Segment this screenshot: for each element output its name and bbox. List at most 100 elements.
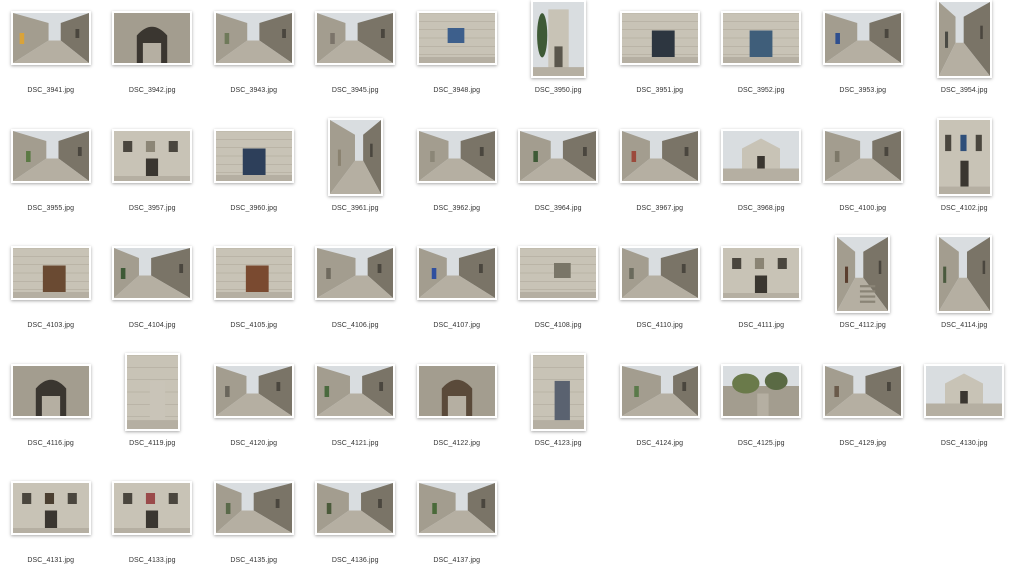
file-tile[interactable]: DSC_3950.jpg	[508, 0, 610, 118]
photo-thumbnail[interactable]	[721, 11, 802, 65]
photo-thumbnail[interactable]	[213, 363, 294, 418]
file-name-label[interactable]: DSC_4129.jpg	[812, 440, 914, 447]
file-name-label[interactable]: DSC_3964.jpg	[508, 205, 610, 212]
thumbnail-area[interactable]	[0, 235, 102, 319]
file-tile[interactable]: DSC_4110.jpg	[609, 235, 711, 353]
photo-thumbnail[interactable]	[10, 246, 91, 300]
file-name-label[interactable]: DSC_3967.jpg	[609, 205, 711, 212]
file-tile[interactable]: DSC_3952.jpg	[711, 0, 813, 118]
thumbnail-area[interactable]	[203, 118, 305, 202]
file-name-label[interactable]: DSC_4104.jpg	[102, 322, 204, 329]
file-tile[interactable]: DSC_3951.jpg	[609, 0, 711, 118]
file-tile[interactable]: DSC_4121.jpg	[305, 353, 407, 471]
photo-thumbnail[interactable]	[721, 246, 802, 300]
file-tile[interactable]: DSC_4116.jpg	[0, 353, 102, 471]
photo-thumbnail[interactable]	[835, 235, 891, 313]
file-tile[interactable]: DSC_4103.jpg	[0, 235, 102, 353]
thumbnail-area[interactable]	[305, 470, 407, 554]
thumbnail-area[interactable]	[203, 235, 305, 319]
thumbnail-area[interactable]	[711, 0, 813, 84]
file-name-label[interactable]: DSC_3942.jpg	[102, 87, 204, 94]
thumbnail-area[interactable]	[406, 353, 508, 437]
file-name-label[interactable]: DSC_3950.jpg	[508, 87, 610, 94]
file-name-label[interactable]: DSC_4114.jpg	[914, 322, 1016, 329]
file-tile[interactable]: DSC_4106.jpg	[305, 235, 407, 353]
file-tile[interactable]: DSC_4114.jpg	[914, 235, 1016, 353]
thumbnail-area[interactable]	[812, 118, 914, 202]
photo-thumbnail[interactable]	[213, 481, 294, 535]
photo-thumbnail[interactable]	[822, 128, 903, 183]
thumbnail-area[interactable]	[406, 470, 508, 554]
file-name-label[interactable]: DSC_3953.jpg	[812, 87, 914, 94]
file-tile[interactable]: DSC_4104.jpg	[102, 235, 204, 353]
file-name-label[interactable]: DSC_4131.jpg	[0, 557, 102, 564]
photo-thumbnail[interactable]	[619, 11, 700, 65]
thumbnail-area[interactable]	[914, 117, 1016, 202]
thumbnail-area[interactable]	[508, 352, 610, 437]
file-tile[interactable]: DSC_3953.jpg	[812, 0, 914, 118]
photo-thumbnail[interactable]	[112, 246, 193, 300]
thumbnail-area[interactable]	[812, 0, 914, 84]
thumbnail-area[interactable]	[609, 235, 711, 319]
file-tile[interactable]: DSC_4129.jpg	[812, 353, 914, 471]
photo-thumbnail[interactable]	[924, 363, 1005, 418]
photo-thumbnail[interactable]	[10, 11, 91, 65]
photo-thumbnail[interactable]	[112, 128, 193, 183]
photo-thumbnail[interactable]	[112, 481, 193, 535]
file-tile[interactable]: DSC_4111.jpg	[711, 235, 813, 353]
file-name-label[interactable]: DSC_3961.jpg	[305, 205, 407, 212]
file-name-label[interactable]: DSC_4111.jpg	[711, 322, 813, 329]
thumbnail-area[interactable]	[102, 118, 204, 202]
photo-thumbnail[interactable]	[416, 128, 497, 183]
file-name-label[interactable]: DSC_4107.jpg	[406, 322, 508, 329]
file-name-label[interactable]: DSC_4102.jpg	[914, 205, 1016, 212]
thumbnail-area[interactable]	[406, 118, 508, 202]
file-name-label[interactable]: DSC_3941.jpg	[0, 87, 102, 94]
file-tile[interactable]: DSC_3964.jpg	[508, 118, 610, 236]
file-tile[interactable]: DSC_4130.jpg	[914, 353, 1016, 471]
file-tile[interactable]: DSC_3962.jpg	[406, 118, 508, 236]
file-name-label[interactable]: DSC_4125.jpg	[711, 440, 813, 447]
photo-thumbnail[interactable]	[315, 363, 396, 418]
file-tile[interactable]: DSC_3960.jpg	[203, 118, 305, 236]
file-name-label[interactable]: DSC_3954.jpg	[914, 87, 1016, 94]
photo-thumbnail[interactable]	[315, 481, 396, 535]
photo-thumbnail[interactable]	[10, 363, 91, 418]
thumbnail-area[interactable]	[508, 118, 610, 202]
thumbnail-area[interactable]	[0, 353, 102, 437]
thumbnail-area[interactable]	[914, 235, 1016, 319]
file-name-label[interactable]: DSC_3945.jpg	[305, 87, 407, 94]
file-tile[interactable]: DSC_3948.jpg	[406, 0, 508, 118]
file-tile[interactable]: DSC_3943.jpg	[203, 0, 305, 118]
file-name-label[interactable]: DSC_3952.jpg	[711, 87, 813, 94]
file-name-label[interactable]: DSC_4135.jpg	[203, 557, 305, 564]
photo-thumbnail[interactable]	[619, 246, 700, 300]
file-name-label[interactable]: DSC_3962.jpg	[406, 205, 508, 212]
thumbnail-area[interactable]	[102, 235, 204, 319]
file-name-label[interactable]: DSC_4120.jpg	[203, 440, 305, 447]
photo-thumbnail[interactable]	[822, 11, 903, 65]
photo-thumbnail[interactable]	[936, 117, 992, 196]
file-name-label[interactable]: DSC_3968.jpg	[711, 205, 813, 212]
photo-thumbnail[interactable]	[822, 363, 903, 418]
file-name-label[interactable]: DSC_4121.jpg	[305, 440, 407, 447]
file-tile[interactable]: DSC_4125.jpg	[711, 353, 813, 471]
file-tile[interactable]: DSC_4108.jpg	[508, 235, 610, 353]
thumbnail-area[interactable]	[305, 0, 407, 84]
file-name-label[interactable]: DSC_4136.jpg	[305, 557, 407, 564]
photo-thumbnail[interactable]	[619, 363, 700, 418]
file-name-label[interactable]: DSC_4123.jpg	[508, 440, 610, 447]
thumbnail-area[interactable]	[711, 353, 813, 437]
file-tile[interactable]: DSC_4105.jpg	[203, 235, 305, 353]
file-tile[interactable]: DSC_3957.jpg	[102, 118, 204, 236]
thumbnail-area[interactable]	[203, 470, 305, 554]
file-name-label[interactable]: DSC_4122.jpg	[406, 440, 508, 447]
photo-thumbnail[interactable]	[315, 246, 396, 300]
thumbnail-area[interactable]	[102, 0, 204, 84]
file-name-label[interactable]: DSC_4103.jpg	[0, 322, 102, 329]
thumbnail-area[interactable]	[102, 352, 204, 437]
file-tile[interactable]: DSC_3945.jpg	[305, 0, 407, 118]
photo-thumbnail[interactable]	[518, 128, 599, 183]
thumbnail-area[interactable]	[305, 235, 407, 319]
thumbnail-area[interactable]	[102, 470, 204, 554]
